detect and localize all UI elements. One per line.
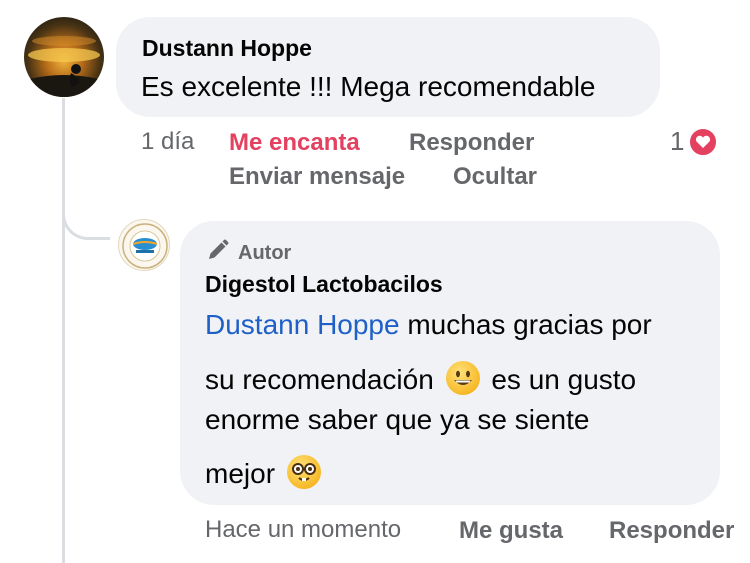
author-badge-label: Autor — [238, 241, 292, 264]
mention-link[interactable]: Dustann Hoppe — [205, 309, 400, 340]
reply-reply-button[interactable]: Responder — [609, 517, 734, 545]
reply-connector-line — [62, 190, 110, 240]
love-reaction-button[interactable]: Me encanta — [229, 129, 360, 157]
hide-button[interactable]: Ocultar — [453, 163, 537, 191]
comment-text: Es excelente !!! Mega recomendable — [141, 71, 596, 102]
heart-icon — [688, 126, 719, 157]
avatar[interactable] — [118, 219, 170, 271]
reply-button[interactable]: Responder — [409, 129, 534, 157]
reaction-summary[interactable]: 1 — [670, 126, 719, 157]
thread-line — [62, 98, 65, 563]
reply-author-name[interactable]: Digestol Lactobacilos — [205, 271, 443, 298]
comment-author-name[interactable]: Dustann Hoppe — [142, 35, 312, 62]
nerd-face-emoji — [286, 455, 321, 489]
reply-text-line-2: su recomendación es un gusto — [205, 361, 636, 396]
avatar[interactable] — [24, 17, 104, 97]
reaction-count: 1 — [670, 126, 685, 156]
author-badge: Autor — [206, 238, 291, 268]
grinning-face-emoji — [445, 361, 480, 395]
reply-timestamp[interactable]: Hace un momento — [205, 516, 401, 544]
send-message-button[interactable]: Enviar mensaje — [229, 163, 405, 191]
reply-text-line-4: mejor — [205, 455, 325, 490]
comment-timestamp[interactable]: 1 día — [141, 128, 194, 156]
pencil-icon — [206, 238, 230, 268]
reply-text-line-3: enorme saber que ya se siente — [205, 404, 590, 435]
reply-text-line-1: Dustann Hoppe muchas gracias por — [205, 309, 652, 340]
like-button[interactable]: Me gusta — [459, 517, 563, 545]
